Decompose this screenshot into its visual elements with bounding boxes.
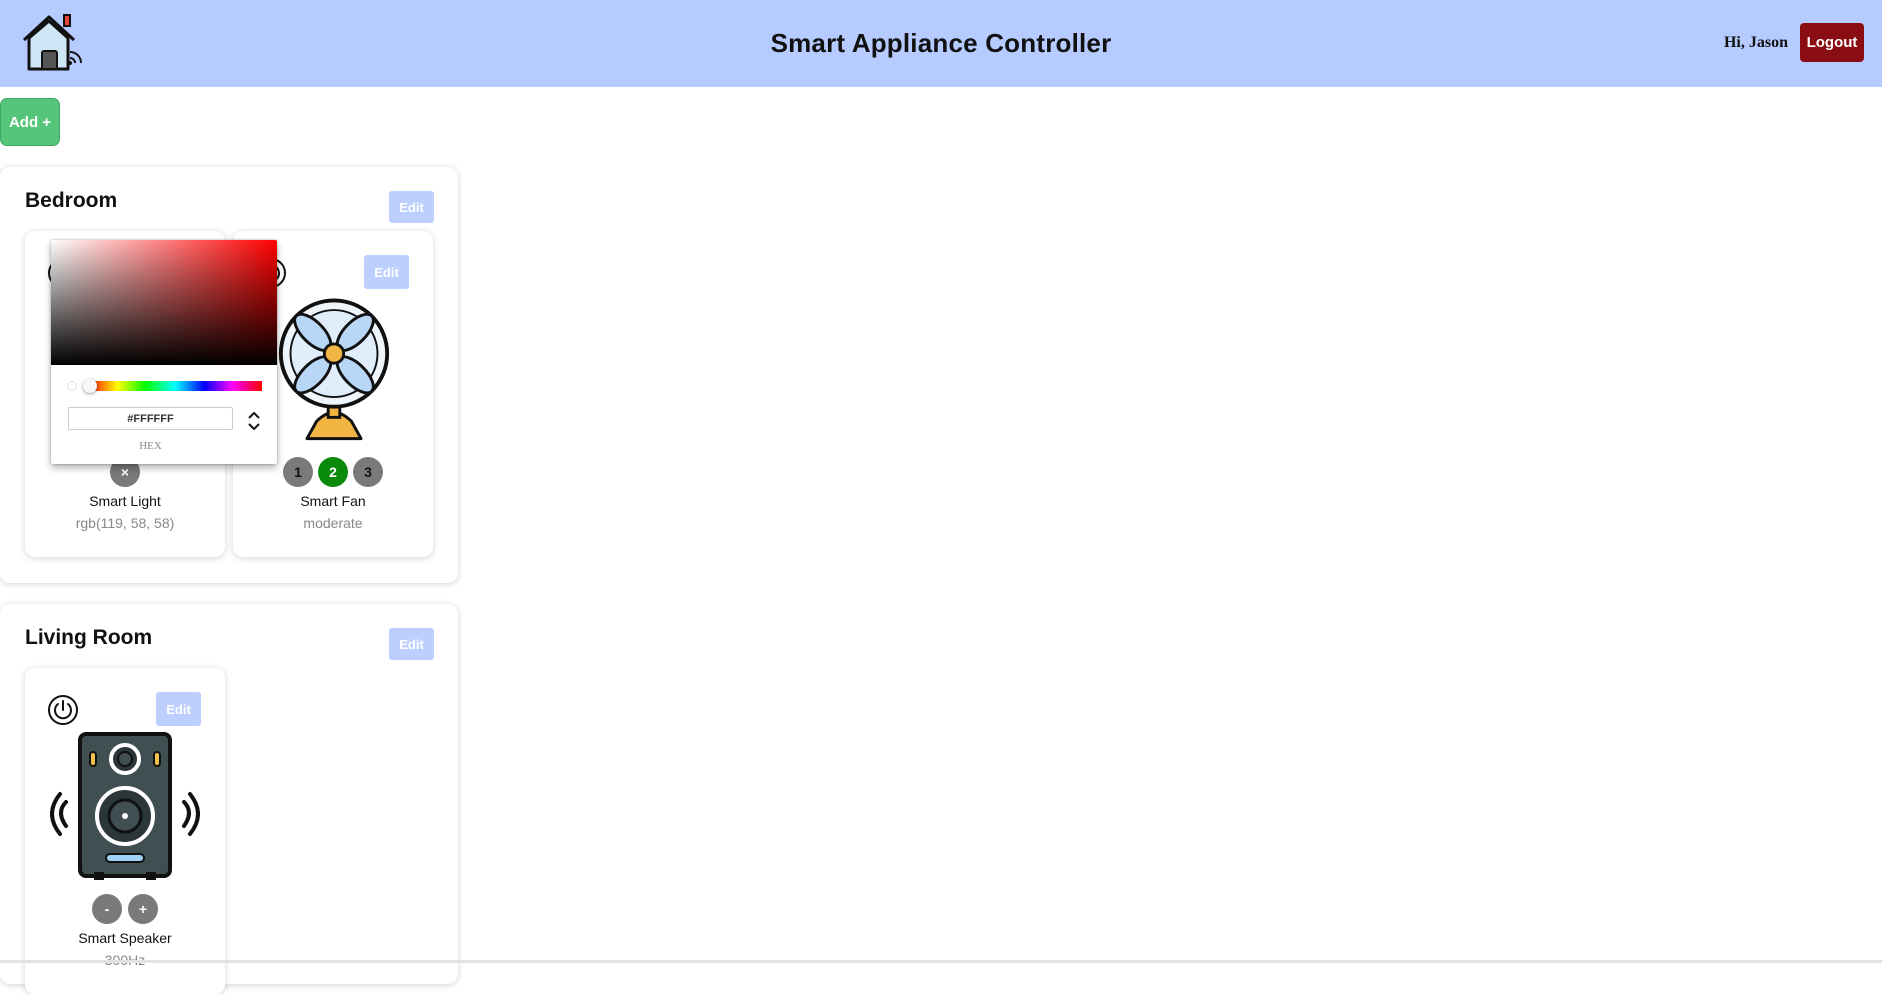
room-edit-button[interactable]: Edit <box>389 191 434 223</box>
volume-up-button[interactable]: + <box>128 894 158 924</box>
device-name: Smart Light <box>89 493 161 509</box>
room-title: Living Room <box>25 626 153 649</box>
saturation-area[interactable] <box>51 240 277 365</box>
room-edit-button[interactable]: Edit <box>389 628 434 660</box>
device-card-smart-speaker: Edit - + Smart Speaker 300Hz <box>25 668 225 994</box>
room-title: Bedroom <box>25 189 118 212</box>
user-greeting: Hi, Jason <box>1723 34 1788 51</box>
add-button[interactable]: Add + <box>0 98 60 146</box>
hex-input[interactable] <box>68 407 233 430</box>
chevron-up-down-icon[interactable] <box>246 410 262 432</box>
device-name: Smart Speaker <box>78 930 172 946</box>
fan-speed-3-button[interactable]: 3 <box>353 457 383 487</box>
fan-speed-2-button[interactable]: 2 <box>318 457 348 487</box>
device-edit-button[interactable]: Edit <box>156 692 201 726</box>
power-icon[interactable] <box>47 694 79 726</box>
device-name: Smart Fan <box>300 493 366 509</box>
device-value: moderate <box>303 515 363 531</box>
hue-slider[interactable] <box>88 381 262 391</box>
fan-icon <box>278 298 390 441</box>
page-title: Smart Appliance Controller <box>770 28 1112 58</box>
hex-mode-label: HEX <box>139 440 162 452</box>
device-value: rgb(119, 58, 58) <box>75 515 175 531</box>
fan-speed-1-button[interactable]: 1 <box>283 457 313 487</box>
app-header: Smart Appliance Controller Hi, Jason Log… <box>0 0 1882 87</box>
hue-slider-handle[interactable] <box>83 379 97 393</box>
speaker-icon <box>50 732 200 880</box>
room-card-living-room: Living Room Edit Edit - + Smart Speaker <box>0 604 458 994</box>
device-edit-button[interactable]: Edit <box>364 255 409 289</box>
color-preview-swatch <box>67 381 77 391</box>
color-picker: HEX <box>51 240 277 464</box>
volume-down-button[interactable]: - <box>92 894 122 924</box>
logout-button[interactable]: Logout <box>1800 23 1864 62</box>
